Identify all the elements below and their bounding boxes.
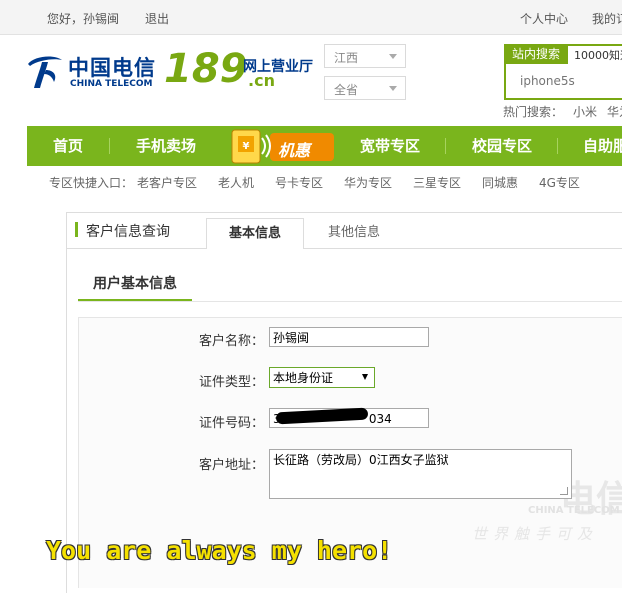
quick-link-old-customer[interactable]: 老客户专区: [137, 174, 197, 191]
id-number-suffix: 034: [368, 412, 392, 426]
quick-link-samsung[interactable]: 三星专区: [413, 174, 461, 191]
logo-en-text: CHINA TELECOM: [70, 79, 153, 89]
hot-searches: 热门搜索： 小米华为: [503, 103, 622, 120]
logout-link[interactable]: 退出: [145, 10, 169, 27]
chevron-down-icon: [389, 86, 397, 91]
watermark-slogan: 世界触手可及: [472, 525, 599, 543]
top-bar: 您好，孙锡闽 退出 个人中心 我的订: [0, 0, 622, 35]
quick-link-local-deals[interactable]: 同城惠: [482, 174, 518, 191]
address-value: 长征路（劳改局）0江西女子监狱: [273, 453, 449, 467]
province-value: 江西: [334, 51, 359, 65]
dropdown-arrow-icon: [362, 374, 368, 380]
city-select[interactable]: 全省: [324, 76, 406, 100]
id-type-label: 证件类型：: [199, 375, 265, 390]
chevron-down-icon: [389, 54, 397, 59]
quick-link-huawei[interactable]: 华为专区: [344, 174, 392, 191]
nav-divider: [557, 138, 558, 154]
nav-divider: [445, 138, 446, 154]
id-type-value: 本地身份证: [273, 371, 334, 385]
section-divider: [78, 301, 622, 302]
greeting-text: 您好，孙锡闽: [47, 12, 120, 26]
address-label: 客户地址：: [199, 458, 265, 473]
watermark-brand: CHINA TELECOM: [528, 505, 620, 516]
panel-title-accent: [75, 222, 78, 237]
hot-search-label: 热门搜索：: [503, 105, 564, 119]
tab-divider: [66, 248, 622, 249]
logo-domain: .cn: [248, 71, 275, 90]
panel-title: 客户信息查询: [86, 224, 170, 240]
search-input[interactable]: [508, 68, 622, 94]
hot-search-item[interactable]: 华为: [607, 105, 622, 119]
customer-name-field[interactable]: 孙锡闽: [269, 327, 429, 347]
nav-item-home[interactable]: 首页: [53, 126, 83, 166]
city-value: 全省: [334, 83, 359, 97]
my-orders-link[interactable]: 我的订: [592, 10, 622, 27]
province-select[interactable]: 江西: [324, 44, 406, 68]
personal-center-link[interactable]: 个人中心: [520, 10, 568, 27]
quick-links-label: 专区快捷入口：: [49, 176, 134, 190]
svg-text:¥: ¥: [243, 141, 250, 152]
nav-item-promo[interactable]: 机惠: [278, 137, 310, 161]
nav-item-phones[interactable]: 手机卖场: [136, 126, 196, 166]
nav-divider: [109, 138, 110, 154]
quick-link-senior-phone[interactable]: 老人机: [218, 174, 254, 191]
nav-item-campus[interactable]: 校园专区: [472, 126, 532, 166]
address-textarea[interactable]: 长征路（劳改局）0江西女子监狱: [269, 449, 572, 499]
tab-basic-info[interactable]: 基本信息: [206, 218, 304, 249]
section-title: 用户基本信息: [93, 276, 177, 292]
quick-link-sim-card[interactable]: 号卡专区: [275, 174, 323, 191]
quick-link-4g[interactable]: 4G专区: [539, 174, 580, 191]
id-type-select[interactable]: 本地身份证: [269, 367, 375, 388]
china-telecom-logo-icon[interactable]: [24, 50, 64, 90]
nav-item-broadband[interactable]: 宽带专区: [360, 126, 420, 166]
caption-overlay: You are always my hero!: [46, 536, 393, 565]
customer-name-label: 客户名称：: [199, 334, 265, 349]
hot-search-item[interactable]: 小米: [573, 105, 597, 119]
logo-cn-text: 中国电信: [68, 55, 156, 80]
id-number-label: 证件号码：: [199, 416, 265, 431]
resize-handle-icon[interactable]: [560, 487, 568, 495]
site-search-tab[interactable]: 站内搜索: [504, 44, 568, 64]
tab-other-info[interactable]: 其他信息: [306, 218, 402, 248]
logo-189-text: 189: [164, 46, 248, 92]
knowledge-search-tab[interactable]: 10000知道: [574, 47, 622, 63]
nav-item-self-service[interactable]: 自助服务: [583, 126, 622, 166]
